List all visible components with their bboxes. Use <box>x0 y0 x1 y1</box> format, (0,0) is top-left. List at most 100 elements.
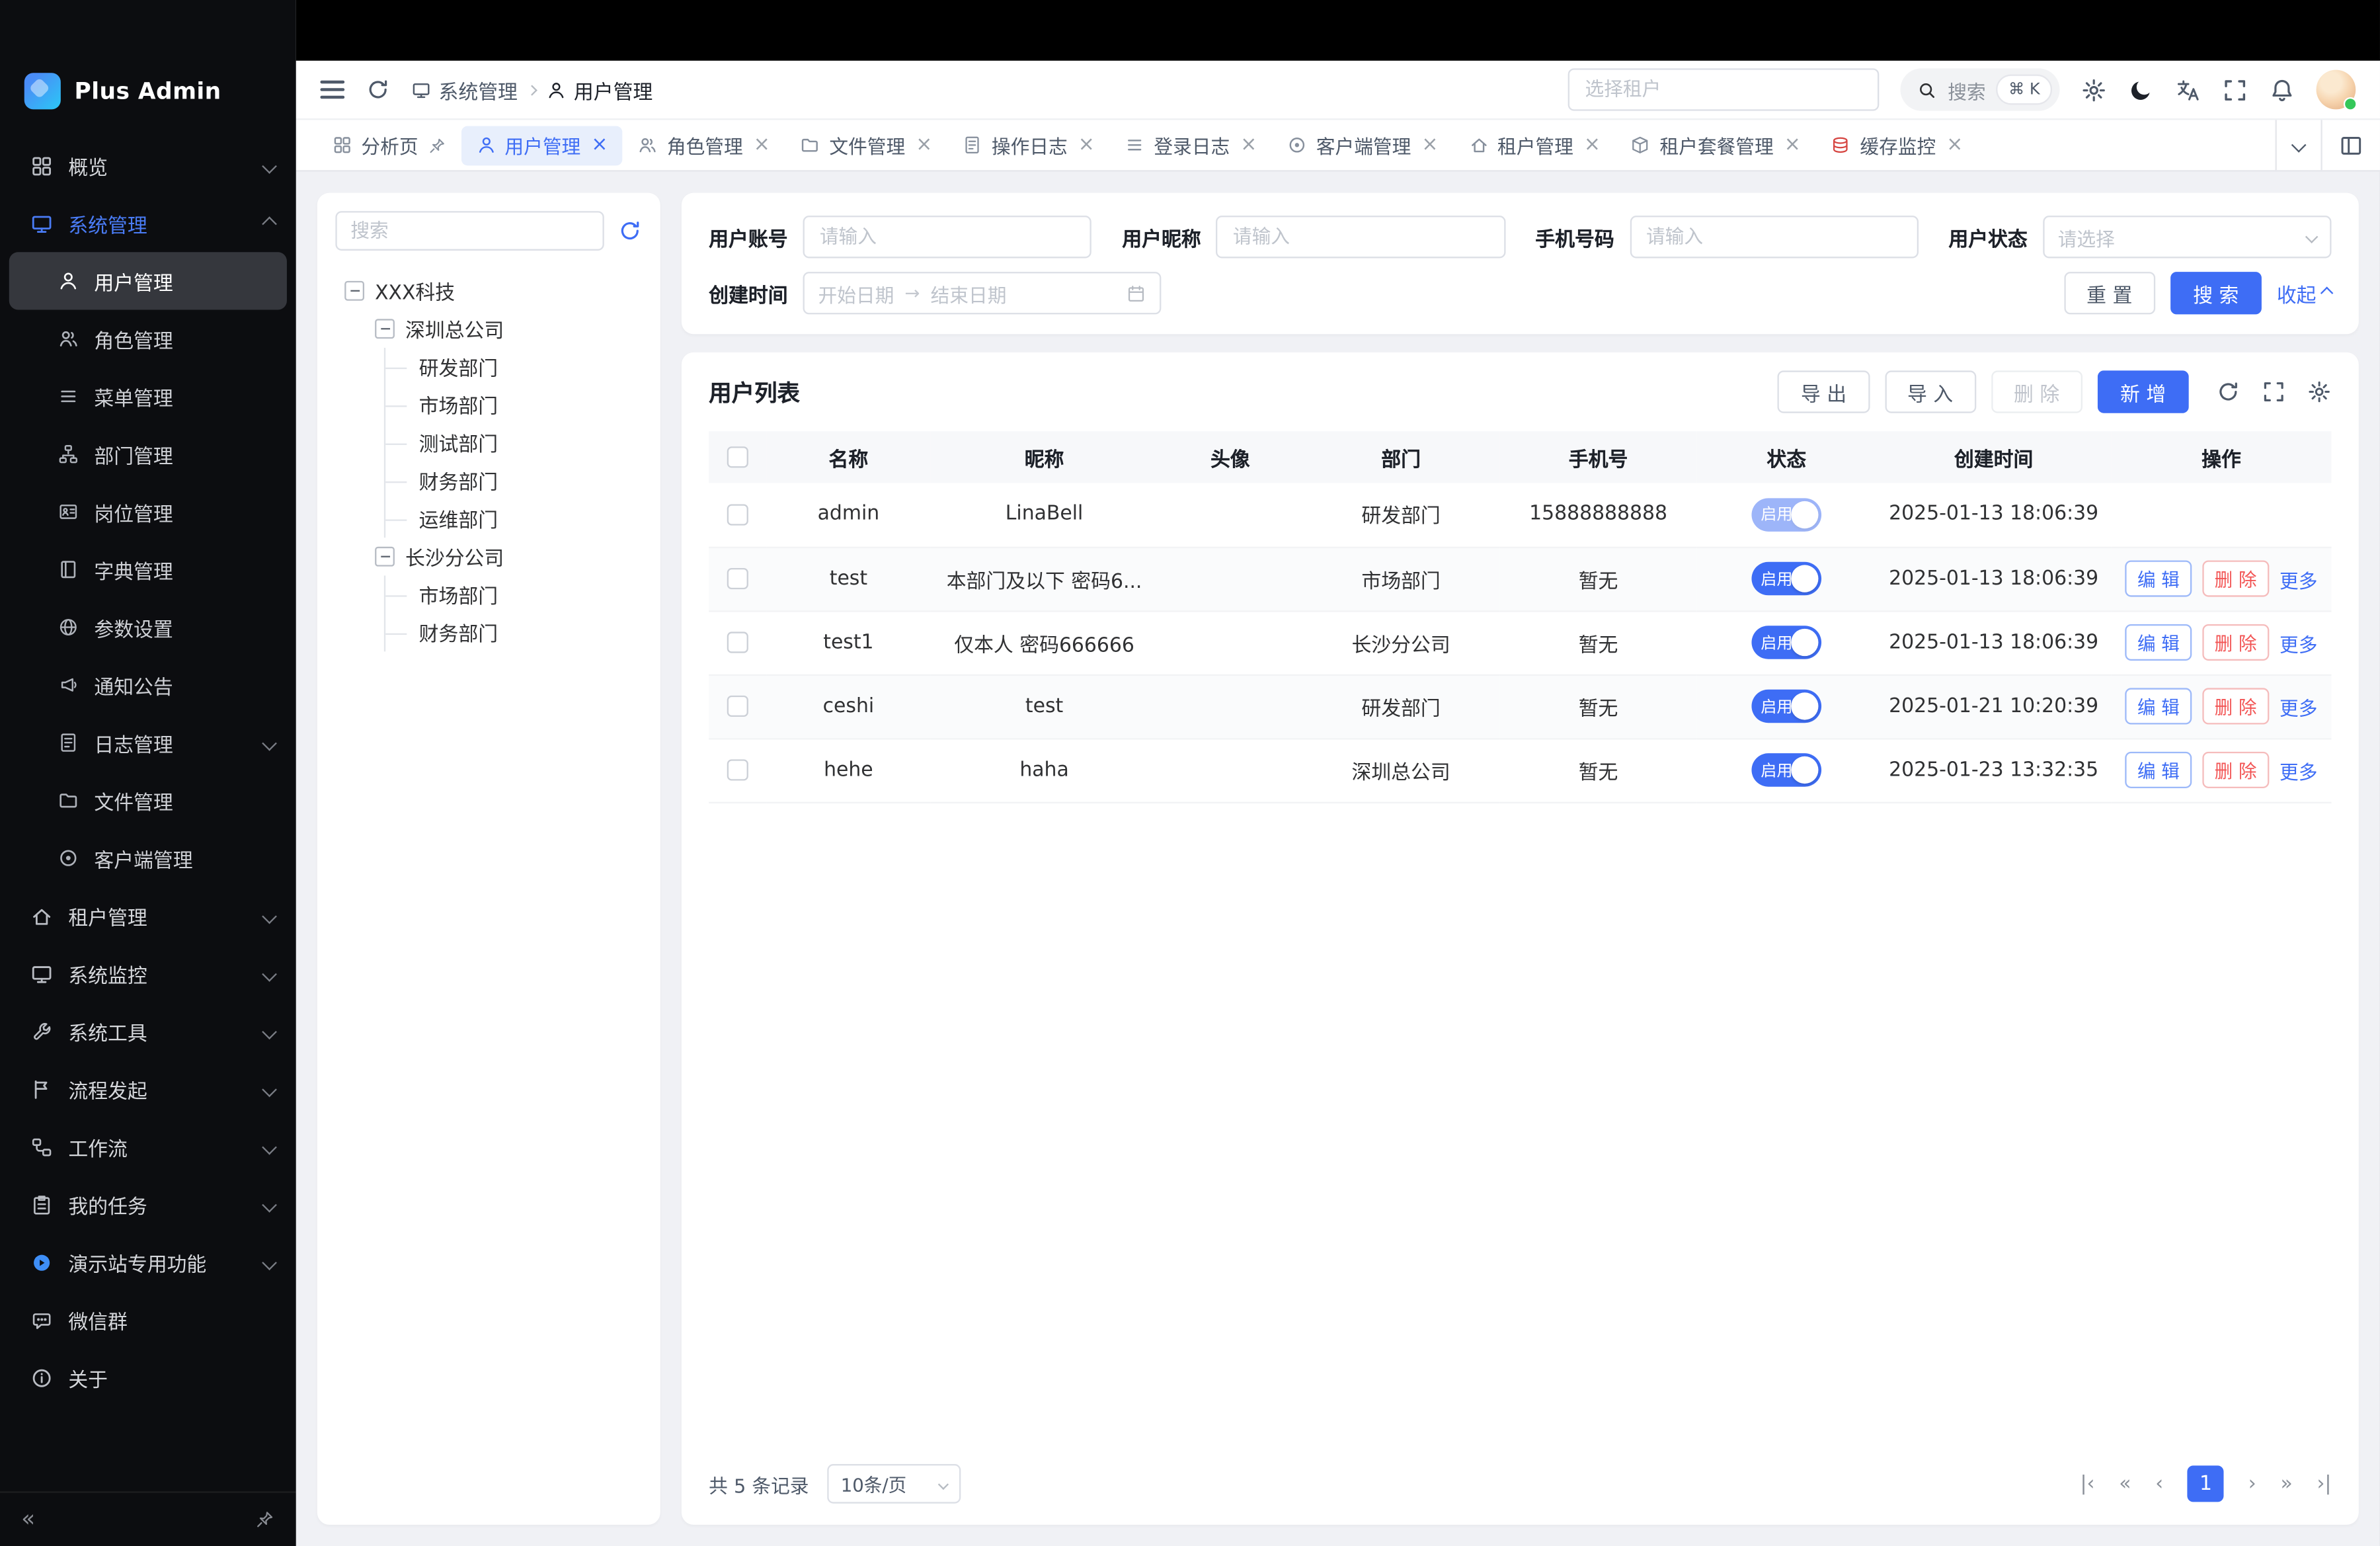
prev-page-icon[interactable]: ‹ <box>2155 1473 2163 1495</box>
delete-row-button[interactable]: 删 除 <box>2202 560 2269 596</box>
delete-row-button[interactable]: 删 除 <box>2202 624 2269 661</box>
sidebar-item-tenant-mgmt[interactable]: 租户管理 <box>0 887 296 944</box>
global-search[interactable]: 搜索 ⌘ K <box>1901 68 2059 110</box>
row-checkbox[interactable] <box>727 696 748 717</box>
sidebar-item-my-tasks[interactable]: 我的任务 <box>0 1176 296 1233</box>
close-icon[interactable]: × <box>1240 135 1257 155</box>
tree-node[interactable]: 市场部门 <box>385 575 642 613</box>
tab-tenant-mgmt[interactable]: 租户管理 × <box>1453 125 1615 165</box>
more-link[interactable]: 更多 <box>2280 564 2317 593</box>
tree-search-input[interactable] <box>335 211 604 251</box>
close-icon[interactable]: × <box>1421 135 1438 155</box>
tab-analysis[interactable]: 分析页 <box>317 125 461 165</box>
refresh-page-icon[interactable] <box>366 77 390 102</box>
column-settings-gear-icon[interactable] <box>2307 380 2332 404</box>
row-checkbox[interactable] <box>727 759 748 780</box>
tab-file-mgmt[interactable]: 文件管理 × <box>785 125 947 165</box>
tree-node-company[interactable]: 深圳总公司 <box>335 310 642 348</box>
tree-node[interactable]: 财务部门 <box>385 614 642 651</box>
reset-button[interactable]: 重 置 <box>2064 272 2155 314</box>
status-toggle[interactable]: 启用 <box>1751 690 1821 723</box>
table-row[interactable]: admin LinaBell 研发部门 15888888888 启用 2025-… <box>709 483 2331 546</box>
edit-button[interactable]: 编 辑 <box>2125 624 2192 661</box>
tab-operation-log[interactable]: 操作日志 × <box>947 125 1109 165</box>
tree-node-root[interactable]: XXX科技 <box>335 272 642 309</box>
close-icon[interactable]: × <box>1584 135 1601 155</box>
language-icon[interactable] <box>2175 77 2201 102</box>
close-icon[interactable]: × <box>754 135 770 155</box>
tab-role-mgmt[interactable]: 角色管理 × <box>623 125 785 165</box>
page-number-current[interactable]: 1 <box>2188 1465 2224 1502</box>
user-avatar[interactable] <box>2317 70 2356 110</box>
sidebar-item-system-tools[interactable]: 系统工具 <box>0 1002 296 1060</box>
delete-row-button[interactable]: 删 除 <box>2202 688 2269 724</box>
next-group-icon[interactable]: » <box>2280 1473 2292 1495</box>
table-row[interactable]: test 本部门及以下 密码6... 市场部门 暂无 启用 2025-01-13… <box>709 547 2331 610</box>
collapse-filters-link[interactable]: 收起 <box>2277 278 2332 307</box>
add-button[interactable]: 新 增 <box>2098 370 2189 413</box>
close-icon[interactable]: × <box>1946 135 1963 155</box>
close-icon[interactable]: × <box>591 135 608 155</box>
import-button[interactable]: 导 入 <box>1885 370 1976 413</box>
row-checkbox[interactable] <box>727 631 748 653</box>
status-toggle[interactable]: 启用 <box>1751 498 1821 532</box>
row-checkbox[interactable] <box>727 504 748 525</box>
sidebar-item-demo-features[interactable]: 演示站专用功能 <box>0 1233 296 1291</box>
tab-user-mgmt[interactable]: 用户管理 × <box>461 125 623 165</box>
next-page-icon[interactable]: › <box>2248 1473 2256 1495</box>
sidebar-item-client-mgmt[interactable]: 客户端管理 <box>9 829 287 887</box>
sidebar-item-dict-mgmt[interactable]: 字典管理 <box>9 541 287 598</box>
tree-node[interactable]: 测试部门 <box>385 424 642 462</box>
sidebar-item-file-mgmt[interactable]: 文件管理 <box>9 772 287 829</box>
export-button[interactable]: 导 出 <box>1778 370 1870 413</box>
more-link[interactable]: 更多 <box>2280 628 2317 657</box>
tab-list-dropdown[interactable] <box>2276 120 2321 170</box>
edit-button[interactable]: 编 辑 <box>2125 688 2192 724</box>
sidebar-item-role-mgmt[interactable]: 角色管理 <box>9 310 287 368</box>
tenant-select-input[interactable] <box>1568 68 1880 110</box>
page-size-select[interactable]: 10条/页 <box>827 1464 961 1504</box>
close-icon[interactable]: × <box>916 135 932 155</box>
last-page-icon[interactable]: ›| <box>2317 1473 2331 1495</box>
status-toggle[interactable]: 启用 <box>1751 562 1821 596</box>
edit-button[interactable]: 编 辑 <box>2125 560 2192 596</box>
prev-group-icon[interactable]: « <box>2119 1473 2131 1495</box>
table-row[interactable]: test1 仅本人 密码666666 长沙分公司 暂无 启用 2025-01-1… <box>709 610 2331 674</box>
status-toggle[interactable]: 启用 <box>1751 753 1821 787</box>
sidebar-item-user-mgmt[interactable]: 用户管理 <box>9 252 287 309</box>
delete-button[interactable]: 删 除 <box>1991 370 2082 413</box>
sidebar-item-param-settings[interactable]: 参数设置 <box>9 598 287 656</box>
breadcrumb-system[interactable]: 系统管理 <box>411 75 518 104</box>
search-button[interactable]: 搜 索 <box>2170 272 2262 314</box>
hamburger-menu-icon[interactable] <box>320 81 344 99</box>
account-input[interactable] <box>803 216 1092 258</box>
tree-node[interactable]: 财务部门 <box>385 462 642 499</box>
row-checkbox[interactable] <box>727 568 748 589</box>
sidebar-item-process-start[interactable]: 流程发起 <box>0 1060 296 1118</box>
breadcrumb-user-mgmt[interactable]: 用户管理 <box>547 75 653 104</box>
close-icon[interactable]: × <box>1784 135 1801 155</box>
sidebar-item-system-mgmt[interactable]: 系统管理 <box>0 194 296 252</box>
dark-mode-moon-icon[interactable] <box>2128 77 2154 102</box>
settings-gear-icon[interactable] <box>2081 77 2107 102</box>
status-toggle[interactable]: 启用 <box>1751 626 1821 659</box>
more-link[interactable]: 更多 <box>2280 756 2317 785</box>
tab-cache-monitor[interactable]: 缓存监控 × <box>1816 125 1978 165</box>
tree-node[interactable]: 市场部门 <box>385 386 642 423</box>
tree-node-company[interactable]: 长沙分公司 <box>335 538 642 575</box>
collapse-node-icon[interactable] <box>375 547 395 567</box>
tab-login-log[interactable]: 登录日志 × <box>1110 125 1272 165</box>
table-row[interactable]: ceshi test 研发部门 暂无 启用 2025-01-21 10:20:3… <box>709 674 2331 738</box>
first-page-icon[interactable]: |‹ <box>2080 1473 2094 1495</box>
pin-icon[interactable] <box>427 136 446 155</box>
sidebar-item-system-monitor[interactable]: 系统监控 <box>0 945 296 1002</box>
sidebar-item-about[interactable]: 关于 <box>0 1348 296 1406</box>
status-select[interactable]: 请选择 <box>2043 216 2332 258</box>
delete-row-button[interactable]: 删 除 <box>2202 752 2269 788</box>
sidebar-item-menu-mgmt[interactable]: 菜单管理 <box>9 368 287 425</box>
sidebar-item-log-mgmt[interactable]: 日志管理 <box>9 713 287 771</box>
tab-client-mgmt[interactable]: 客户端管理 × <box>1272 125 1453 165</box>
tab-tenant-package[interactable]: 租户套餐管理 × <box>1616 125 1816 165</box>
sidebar-item-notice[interactable]: 通知公告 <box>9 656 287 713</box>
date-range-picker[interactable]: 开始日期 → 结束日期 <box>803 272 1162 314</box>
